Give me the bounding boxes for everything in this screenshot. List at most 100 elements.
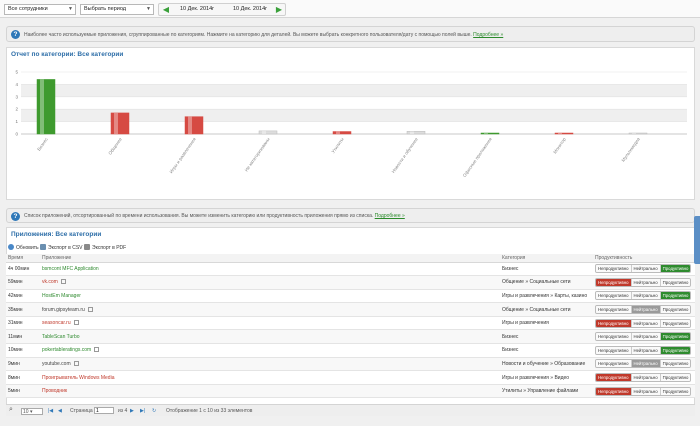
productivity-option[interactable]: Нейтрально: [631, 292, 661, 300]
last-page-icon[interactable]: ▶|: [140, 408, 145, 414]
export-pdf-button[interactable]: Экспорт в PDF: [84, 244, 126, 251]
productivity-option[interactable]: Продуктивно: [660, 278, 691, 286]
time-cell: 35мин: [6, 302, 40, 317]
app-name-link[interactable]: HostEm Manager: [42, 293, 81, 299]
table-row: 10мин pokertableratings.com Бизнес Непродук…: [6, 343, 695, 358]
external-link-icon[interactable]: [94, 347, 100, 353]
category-cell[interactable]: Бизнес: [500, 343, 593, 358]
app-name-link[interactable]: bsmcont MFC Application: [42, 266, 99, 272]
column-header-productivity[interactable]: Продуктивность: [593, 254, 695, 263]
prev-date-arrow-icon[interactable]: ◀: [161, 5, 171, 14]
more-link[interactable]: Подробнее »: [473, 32, 503, 38]
bar-highlight: [410, 131, 414, 134]
productivity-option[interactable]: Непродуктивно: [596, 346, 632, 354]
app-name-link[interactable]: youtube.com: [42, 361, 71, 367]
app-name-link[interactable]: forum.gipsyteam.ru: [42, 307, 85, 313]
productivity-option[interactable]: Непродуктивно: [596, 374, 632, 382]
productivity-option[interactable]: Непродуктивно: [596, 319, 632, 327]
y-tick-label: 4: [15, 82, 18, 87]
app-name-link[interactable]: pokertableratings.com: [42, 347, 91, 353]
date-to[interactable]: 10 Дек. 2014г: [233, 5, 267, 14]
column-header-category[interactable]: Категория: [500, 254, 593, 263]
productivity-option[interactable]: Непродуктивно: [596, 333, 632, 341]
productivity-option[interactable]: Продуктивно: [660, 360, 691, 368]
table-row: 8мин Проигрыватель Windows Media Игры и ра…: [6, 370, 695, 385]
column-header-time[interactable]: Время: [6, 254, 40, 263]
next-date-arrow-icon[interactable]: ▶: [274, 5, 284, 14]
prev-page-icon[interactable]: ◀: [58, 408, 62, 414]
category-cell[interactable]: Игры и развлечения » Карты, казино: [500, 289, 593, 304]
external-link-icon[interactable]: [73, 320, 79, 326]
productivity-option[interactable]: Нейтрально: [631, 265, 661, 273]
app-name-link[interactable]: Проводник: [42, 388, 67, 394]
productivity-option[interactable]: Непродуктивно: [596, 278, 632, 286]
productivity-toggle: Непродуктивно Нейтрально Продуктивно: [595, 345, 692, 355]
productivity-option[interactable]: Нейтрально: [631, 306, 661, 314]
feedback-side-tab[interactable]: [694, 216, 700, 264]
category-cell[interactable]: Бизнес: [500, 329, 593, 345]
category-cell[interactable]: Бизнес: [500, 262, 593, 277]
time-cell: 11мин: [6, 329, 40, 345]
productivity-option[interactable]: Нейтрально: [631, 387, 661, 395]
productivity-option[interactable]: Продуктивно: [660, 374, 691, 382]
external-link-icon[interactable]: [60, 279, 66, 285]
app-name-link[interactable]: seasoncar.ru: [42, 320, 71, 326]
chart-bar: [480, 132, 500, 135]
app-name-link[interactable]: vk.com: [42, 279, 58, 285]
date-from[interactable]: 10 Дек. 2014г: [180, 5, 214, 14]
category-cell[interactable]: Игры и развлечения » Видео: [500, 370, 593, 385]
next-page-icon[interactable]: ▶: [130, 408, 134, 414]
refresh-button[interactable]: Обновить: [8, 244, 39, 251]
chart-bar: [406, 131, 426, 135]
category-cell[interactable]: Утилиты » Управление файлами: [500, 384, 593, 399]
page-label: Страница: [70, 408, 93, 414]
employee-select[interactable]: Все сотрудники ▼: [4, 4, 76, 15]
page-size-select[interactable]: 10 ▾: [21, 408, 43, 415]
productivity-option[interactable]: Нейтрально: [631, 374, 661, 382]
table-row: 59мин vk.com Общение » Социальные сети Непр…: [6, 275, 695, 290]
external-link-icon[interactable]: [87, 306, 93, 312]
productivity-option[interactable]: Нейтрально: [631, 278, 661, 286]
table-row: 35мин forum.gipsyteam.ru Общение » Социаль…: [6, 302, 695, 317]
app-name-link[interactable]: Проигрыватель Windows Media: [42, 375, 114, 381]
productivity-option[interactable]: Продуктивно: [660, 292, 691, 300]
category-cell[interactable]: Новости и обучение » Образование: [500, 357, 593, 372]
category-cell[interactable]: Игры и развлечения: [500, 316, 593, 331]
reload-icon[interactable]: ↻: [152, 408, 156, 414]
productivity-option[interactable]: Нейтрально: [631, 360, 661, 368]
productivity-option[interactable]: Нейтрально: [631, 346, 661, 354]
column-header-app[interactable]: Приложение: [40, 254, 500, 263]
productivity-option[interactable]: Продуктивно: [660, 346, 691, 354]
productivity-option[interactable]: Продуктивно: [660, 333, 691, 341]
table-header-row: Время Приложение Категория Продуктивност…: [6, 254, 695, 263]
productivity-option[interactable]: Нейтрально: [631, 319, 661, 327]
export-csv-button[interactable]: Экспорт в CSV: [40, 244, 83, 251]
productivity-toggle: Непродуктивно Нейтрально Продуктивно: [595, 264, 692, 274]
first-page-icon[interactable]: |◀: [48, 408, 53, 414]
external-link-icon[interactable]: [73, 360, 79, 366]
table-row: 9мин youtube.com Новости и обучение » Обра…: [6, 357, 695, 372]
top-toolbar: Все сотрудники ▼ Выбрать период ▼ ◀ 10 Д…: [0, 0, 700, 18]
chart-bar: [258, 130, 278, 135]
page-number-input[interactable]: [94, 407, 114, 414]
productivity-option[interactable]: Продуктивно: [660, 306, 691, 314]
productivity-option[interactable]: Непродуктивно: [596, 292, 632, 300]
app-name-link[interactable]: TableScan Turbo: [42, 334, 80, 340]
productivity-option[interactable]: Непродуктивно: [596, 387, 632, 395]
period-select-value: Выбрать период: [84, 6, 126, 12]
category-cell[interactable]: Общение » Социальные сети: [500, 275, 593, 290]
productivity-option[interactable]: Непродуктивно: [596, 265, 632, 273]
category-cell[interactable]: Общение » Социальные сети: [500, 302, 593, 317]
productivity-option[interactable]: Продуктивно: [660, 265, 691, 273]
productivity-option[interactable]: Непродуктивно: [596, 360, 632, 368]
productivity-option[interactable]: Непродуктивно: [596, 306, 632, 314]
productivity-option[interactable]: Нейтрально: [631, 333, 661, 341]
period-select[interactable]: Выбрать период ▼: [80, 4, 154, 15]
info-banner-apps: ? Список приложений, отсортированный по …: [6, 208, 695, 223]
productivity-option[interactable]: Продуктивно: [660, 387, 691, 395]
productivity-option[interactable]: Продуктивно: [660, 319, 691, 327]
y-tick-label: 1: [15, 119, 18, 124]
time-cell: 42мин: [6, 289, 40, 304]
search-icon[interactable]: ⌕: [9, 406, 13, 414]
more-link[interactable]: Подробнее »: [375, 213, 405, 219]
